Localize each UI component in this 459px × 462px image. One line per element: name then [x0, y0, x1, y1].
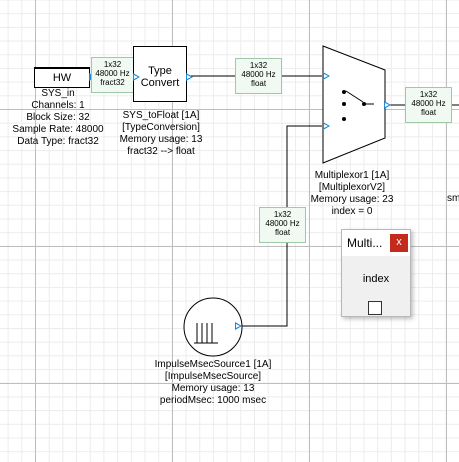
impulse-source-block[interactable] — [184, 298, 242, 356]
window-titlebar[interactable]: Multi... x — [342, 230, 410, 256]
type-convert-text-1: Type — [148, 65, 172, 77]
index-label: index — [362, 273, 390, 285]
sys-in-label: SYS_in Channels: 1 Block Size: 32 Sample… — [12, 88, 104, 147]
sys-in-block-text: HW — [52, 72, 72, 84]
multiplexor-label: Multiplexor1 [1A] [MultiplexorV2] Memory… — [310, 170, 394, 217]
multiplexor-shape — [322, 45, 386, 164]
close-button[interactable]: x — [390, 234, 408, 252]
mux-output-pin[interactable] — [384, 101, 391, 109]
mux-input-pin-2[interactable] — [323, 122, 330, 130]
type-convert-input-pin[interactable] — [133, 73, 140, 81]
multiplexor-control-window[interactable]: Multi... x index — [341, 229, 411, 317]
impulse-source-label: ImpulseMsecSource1 [1A] [ImpulseMsecSour… — [154, 359, 272, 406]
window-title: Multi... — [347, 236, 383, 250]
mux-input-pin-1[interactable] — [323, 72, 330, 80]
sys-in-output-tag: 1x32 48000 Hz fract32 — [91, 57, 134, 93]
index-checkbox[interactable] — [368, 301, 382, 315]
offscreen-label-fragment: sm — [447, 193, 459, 204]
type-convert-label: SYS_toFloat [1A] [TypeConversion] Memory… — [119, 110, 203, 157]
type-convert-block[interactable]: Type Convert — [133, 46, 187, 102]
sys-in-block[interactable]: HW — [34, 67, 90, 88]
mux-output-tag: 1x32 48000 Hz float — [405, 87, 452, 123]
impulse-source-output-pin[interactable] — [235, 322, 242, 330]
type-convert-text-2: Convert — [140, 77, 180, 89]
type-convert-output-pin[interactable] — [186, 73, 193, 81]
source-output-tag: 1x32 48000 Hz float — [259, 207, 306, 243]
convert-output-tag: 1x32 48000 Hz float — [235, 58, 282, 94]
